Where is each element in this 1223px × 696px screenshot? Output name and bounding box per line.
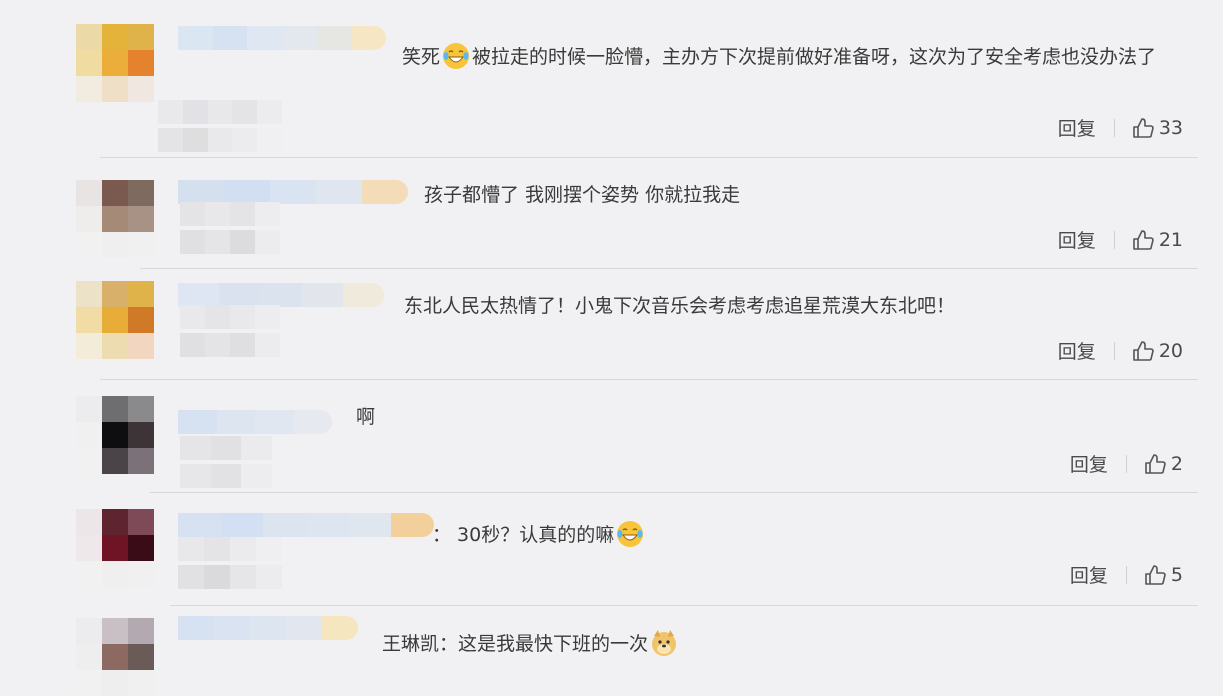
thumbs-up-icon: [1133, 229, 1154, 250]
comment-actions: 回复 5: [1070, 561, 1183, 588]
like-count: 33: [1158, 116, 1183, 139]
comment-text: 孩子都懵了 我刚摆个姿势 你就拉我走: [424, 184, 741, 206]
comment-actions: 回复 2: [1070, 450, 1183, 477]
like-count: 21: [1158, 228, 1183, 251]
action-separator: [1113, 341, 1115, 360]
action-separator: [1125, 565, 1127, 584]
reply-button[interactable]: 回复: [1058, 337, 1096, 364]
reply-button[interactable]: 回复: [1058, 226, 1096, 253]
comment-text: 啊: [356, 406, 376, 428]
avatar[interactable]: [76, 618, 154, 696]
username[interactable]: [178, 513, 434, 537]
reply-button[interactable]: 回复: [1070, 450, 1108, 477]
avatar[interactable]: [76, 180, 154, 258]
like-button[interactable]: 20: [1131, 339, 1183, 363]
username[interactable]: [178, 410, 332, 434]
comment-item: 啊 回复 2: [0, 380, 1223, 492]
reply-button[interactable]: 回复: [1058, 114, 1096, 141]
comment-meta: [180, 436, 273, 490]
action-separator: [1113, 118, 1115, 137]
avatar[interactable]: [76, 509, 154, 587]
thumbs-up-icon: [1133, 117, 1154, 138]
like-button[interactable]: 33: [1131, 116, 1183, 140]
like-button[interactable]: 2: [1143, 452, 1183, 476]
comment-text: 王琳凯：这是我最快下班的一次: [382, 628, 680, 658]
like-button[interactable]: 5: [1143, 563, 1183, 587]
avatar[interactable]: [76, 281, 154, 359]
comment-actions: 回复 20: [1058, 337, 1183, 364]
username[interactable]: [178, 180, 408, 204]
action-separator: [1125, 454, 1127, 473]
comment-text: ： 30秒？认真的的嘛: [432, 519, 646, 549]
laughing-crying-icon: [443, 43, 470, 69]
comment-item: 孩子都懵了 我刚摆个姿势 你就拉我走 回复 21: [0, 158, 1223, 268]
comment-item: ： 30秒？认真的的嘛 回复 5: [0, 493, 1223, 605]
comment-meta: [158, 100, 282, 154]
like-count: 5: [1170, 563, 1183, 586]
reply-button[interactable]: 回复: [1070, 561, 1108, 588]
like-count: 2: [1170, 452, 1183, 475]
comment-text: 东北人民太热情了！小鬼下次音乐会考虑考虑追星荒漠大东北吧！: [404, 295, 956, 317]
comment-item: 王琳凯：这是我最快下班的一次: [0, 606, 1223, 696]
comment-actions: 回复 33: [1058, 114, 1183, 141]
avatar[interactable]: [76, 396, 154, 474]
avatar[interactable]: [76, 24, 154, 102]
comment-item: 东北人民太热情了！小鬼下次音乐会考虑考虑追星荒漠大东北吧！ 回复 20: [0, 269, 1223, 379]
doge-icon: [652, 630, 677, 656]
comment-meta: [180, 202, 280, 256]
like-button[interactable]: 21: [1131, 228, 1183, 252]
comment-meta: [178, 537, 282, 591]
laughing-crying-icon: [617, 521, 644, 547]
comment-meta: [180, 305, 280, 359]
thumbs-up-icon: [1133, 340, 1154, 361]
action-separator: [1113, 230, 1115, 249]
comment-actions: 回复 21: [1058, 226, 1183, 253]
like-count: 20: [1158, 339, 1183, 362]
comment-text: 笑死 被拉走的时候一脸懵，主办方下次提前做好准备呀，这次为了安全考虑也没办法了: [170, 34, 1200, 80]
thumbs-up-icon: [1145, 564, 1166, 585]
username[interactable]: [178, 283, 384, 307]
thumbs-up-icon: [1145, 453, 1166, 474]
comment-item: 笑死 被拉走的时候一脸懵，主办方下次提前做好准备呀，这次为了安全考虑也没办法了 回…: [0, 0, 1223, 158]
username[interactable]: [178, 616, 358, 640]
